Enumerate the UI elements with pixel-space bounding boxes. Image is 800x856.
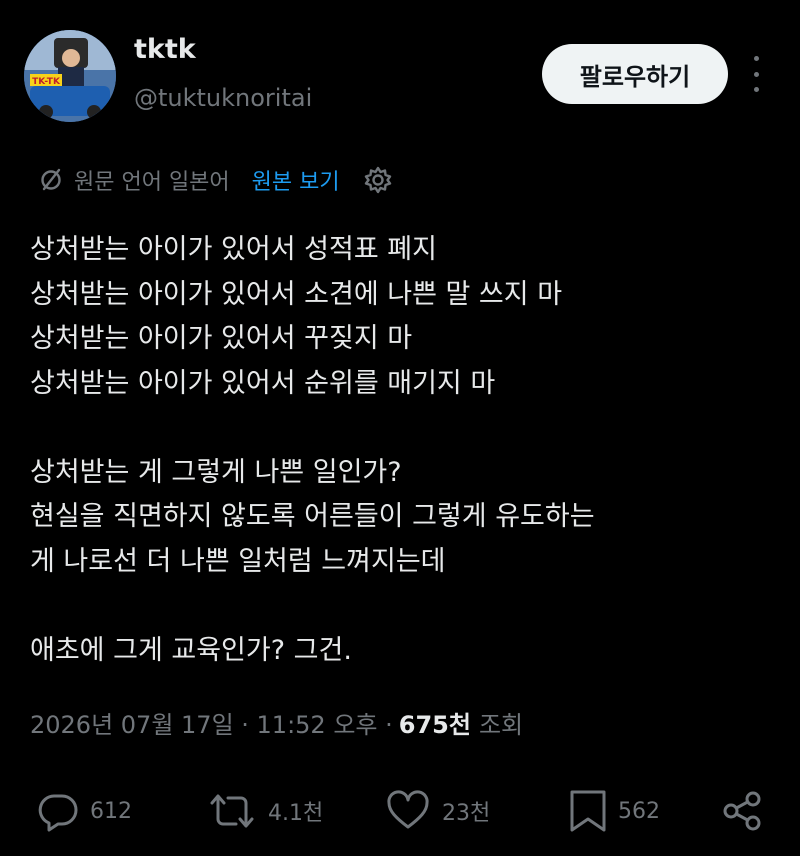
share-icon xyxy=(723,791,761,831)
author-name[interactable]: tktk xyxy=(134,34,196,65)
share-button[interactable] xyxy=(720,788,776,834)
avatar[interactable]: TK-TK xyxy=(24,30,116,122)
like-button[interactable]: 23천 xyxy=(384,788,490,834)
svg-text:TK-TK: TK-TK xyxy=(32,77,61,87)
bookmark-icon xyxy=(570,790,606,832)
reply-icon xyxy=(38,794,78,832)
reply-count: 612 xyxy=(90,798,132,824)
author-handle[interactable]: @tuktuknoritai xyxy=(134,84,312,112)
views-label: 조회 xyxy=(478,711,524,739)
translate-icon xyxy=(41,168,61,191)
post-meta: 2026년 07월 17일 · 11:52 오후 · 675천 조회 xyxy=(30,705,523,740)
avatar-image: TK-TK xyxy=(24,30,116,122)
heart-icon xyxy=(387,790,429,829)
translation-source-label: 원문 언어 일본어 xyxy=(74,170,230,195)
more-options-icon[interactable] xyxy=(746,56,766,92)
post-text: 상처받는 아이가 있어서 성적표 폐지 상처받는 아이가 있어서 소견에 나쁜 … xyxy=(30,234,595,666)
repost-icon xyxy=(210,794,254,828)
translation-bar: 원문 언어 일본어 원본 보기 xyxy=(36,160,394,200)
post-timestamp[interactable]: 2026년 07월 17일 · 11:52 오후 · xyxy=(30,705,393,740)
follow-button[interactable]: 팔로우하기 xyxy=(542,44,728,104)
like-count: 23천 xyxy=(442,801,491,826)
post-header: TK-TK tktk @tuktuknoritai 팔로우하기 xyxy=(0,0,800,140)
bookmark-button[interactable]: 562 xyxy=(568,788,660,834)
action-bar: 612 4.1천 23천 562 xyxy=(0,776,800,846)
reply-button[interactable]: 612 xyxy=(36,788,132,834)
repost-button[interactable]: 4.1천 xyxy=(206,788,323,834)
gear-icon[interactable] xyxy=(362,164,394,196)
bookmark-count: 562 xyxy=(618,798,660,824)
views-count: 675천 xyxy=(398,711,471,739)
view-original-link[interactable]: 원본 보기 xyxy=(252,164,340,196)
repost-count: 4.1천 xyxy=(268,801,324,826)
